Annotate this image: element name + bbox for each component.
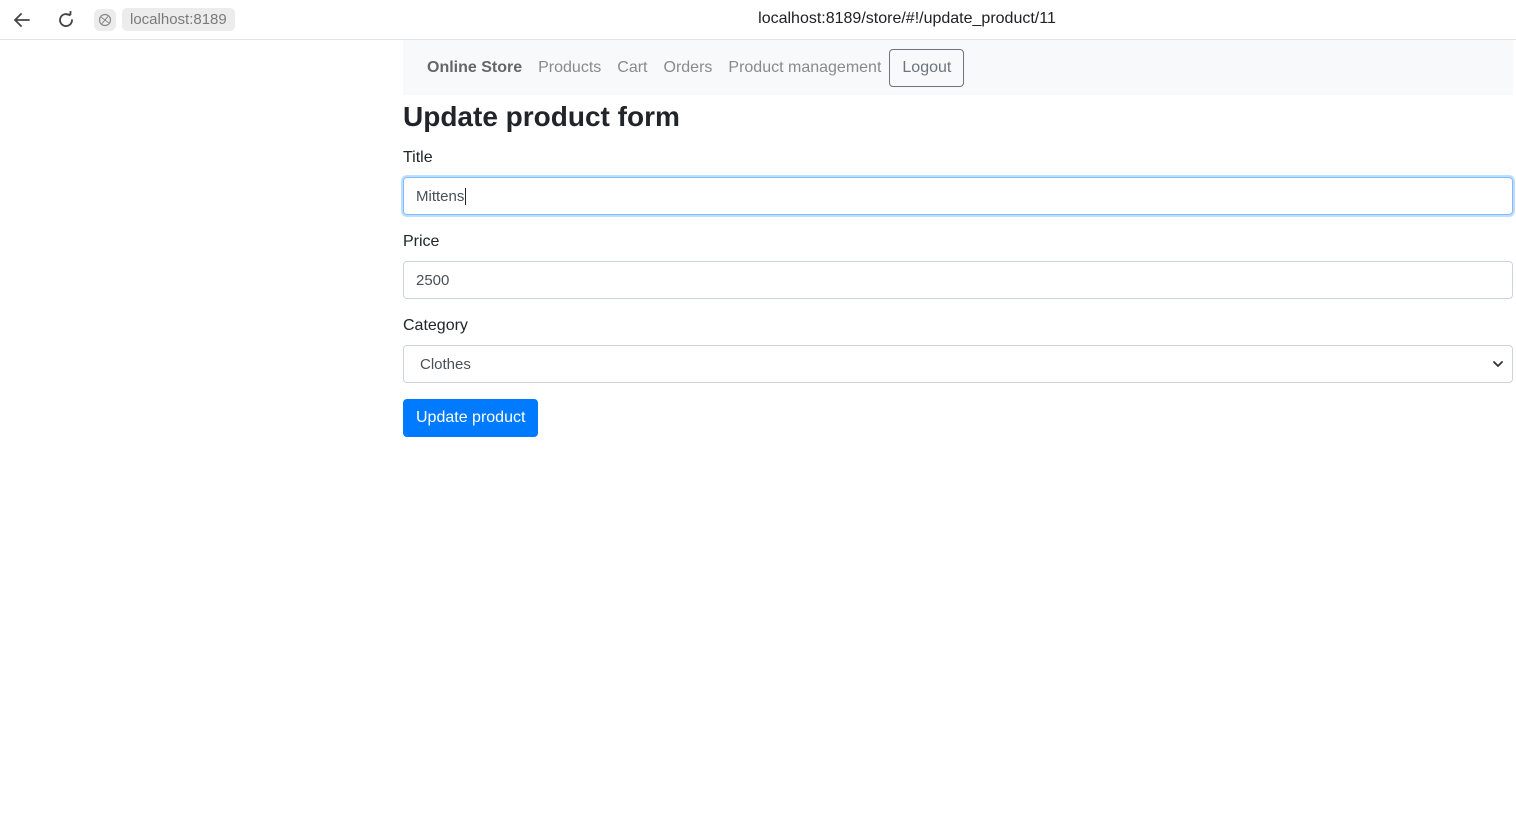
text-caret (465, 187, 467, 205)
page-container: Online Store Products Cart Orders Produc… (403, 40, 1513, 437)
nav-link-cart[interactable]: Cart (617, 59, 647, 77)
title-input-value: Mittens (416, 187, 465, 205)
nav-link-product-management[interactable]: Product management (728, 59, 881, 77)
price-group: Price 2500 (403, 233, 1513, 299)
price-input-value: 2500 (416, 271, 450, 289)
navbar-brand[interactable]: Online Store (427, 59, 522, 77)
category-label: Category (403, 317, 468, 334)
price-input[interactable]: 2500 (403, 261, 1513, 299)
title-group: Title Mittens (403, 149, 1513, 215)
navbar: Online Store Products Cart Orders Produc… (403, 40, 1513, 95)
address-bar[interactable]: localhost:8189/store/#!/update_product/1… (0, 10, 1516, 28)
logout-button[interactable]: Logout (889, 48, 965, 87)
category-selected-value: Clothes (420, 355, 471, 373)
browser-toolbar: localhost:8189 localhost:8189/store/#!/u… (0, 0, 1516, 40)
page-title: Update product form (403, 101, 680, 132)
nav-link-products[interactable]: Products (538, 59, 601, 77)
price-label: Price (403, 233, 440, 250)
category-select[interactable]: Clothes (403, 345, 1513, 383)
nav-link-orders[interactable]: Orders (664, 59, 713, 77)
title-label: Title (403, 149, 433, 166)
update-product-button[interactable]: Update product (403, 399, 539, 437)
title-input[interactable]: Mittens (403, 177, 1513, 215)
chevron-down-icon (1493, 361, 1503, 367)
category-group: Category Clothes (403, 317, 1513, 383)
